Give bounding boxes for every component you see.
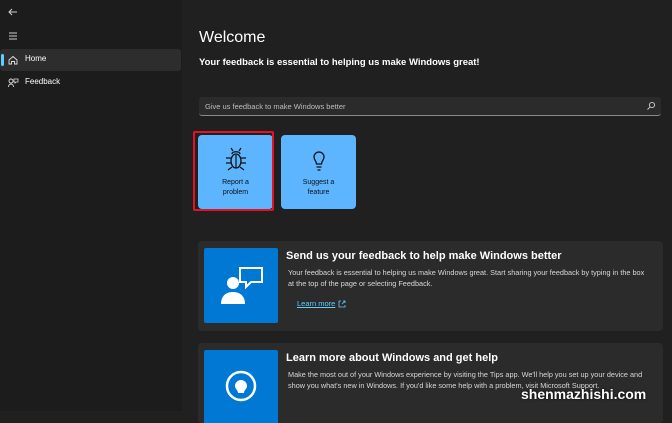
sidebar-item-home[interactable]: Home: [0, 49, 181, 71]
sidebar-item-feedback[interactable]: Feedback: [0, 72, 181, 94]
feedback-info-card: Send us your feedback to help make Windo…: [198, 241, 663, 331]
sidebar-item-label: Home: [25, 54, 47, 63]
feedback-icon: [8, 78, 19, 88]
person-chat-icon: [221, 267, 263, 304]
page-title: Welcome: [199, 29, 266, 46]
hamburger-icon: [9, 32, 17, 40]
home-icon: [8, 55, 18, 65]
card-image: [204, 350, 278, 423]
lightbulb-icon: [313, 151, 325, 171]
link-text: Learn more: [297, 299, 336, 308]
arrow-left-icon: [8, 8, 17, 16]
search-icon[interactable]: [646, 101, 656, 111]
sidebar: Home Feedback: [0, 0, 182, 411]
sidebar-item-label: Feedback: [25, 77, 61, 86]
tile-label: Suggest a feature: [302, 179, 335, 196]
help-info-card: Learn more about Windows and get help Ma…: [198, 343, 663, 423]
card-title: Learn more about Windows and get help: [286, 352, 498, 364]
card-title: Send us your feedback to help make Windo…: [286, 250, 562, 262]
suggest-feature-tile[interactable]: Suggest a feature: [281, 135, 356, 209]
card-image: [204, 248, 278, 323]
external-link-icon: [338, 300, 346, 307]
search-box[interactable]: [199, 97, 661, 116]
menu-button[interactable]: [6, 30, 20, 44]
learn-more-link[interactable]: Learn more: [297, 299, 346, 308]
card-body: Your feedback is essential to helping us…: [288, 268, 645, 288]
search-input[interactable]: [199, 97, 645, 115]
back-button[interactable]: [6, 6, 20, 20]
lightbulb-icon: [225, 370, 257, 402]
selection-indicator: [1, 54, 4, 66]
red-highlight-box: [193, 131, 274, 211]
watermark: shenmazhishi.com: [521, 386, 647, 402]
page-subtitle: Your feedback is essential to helping us…: [199, 57, 480, 68]
